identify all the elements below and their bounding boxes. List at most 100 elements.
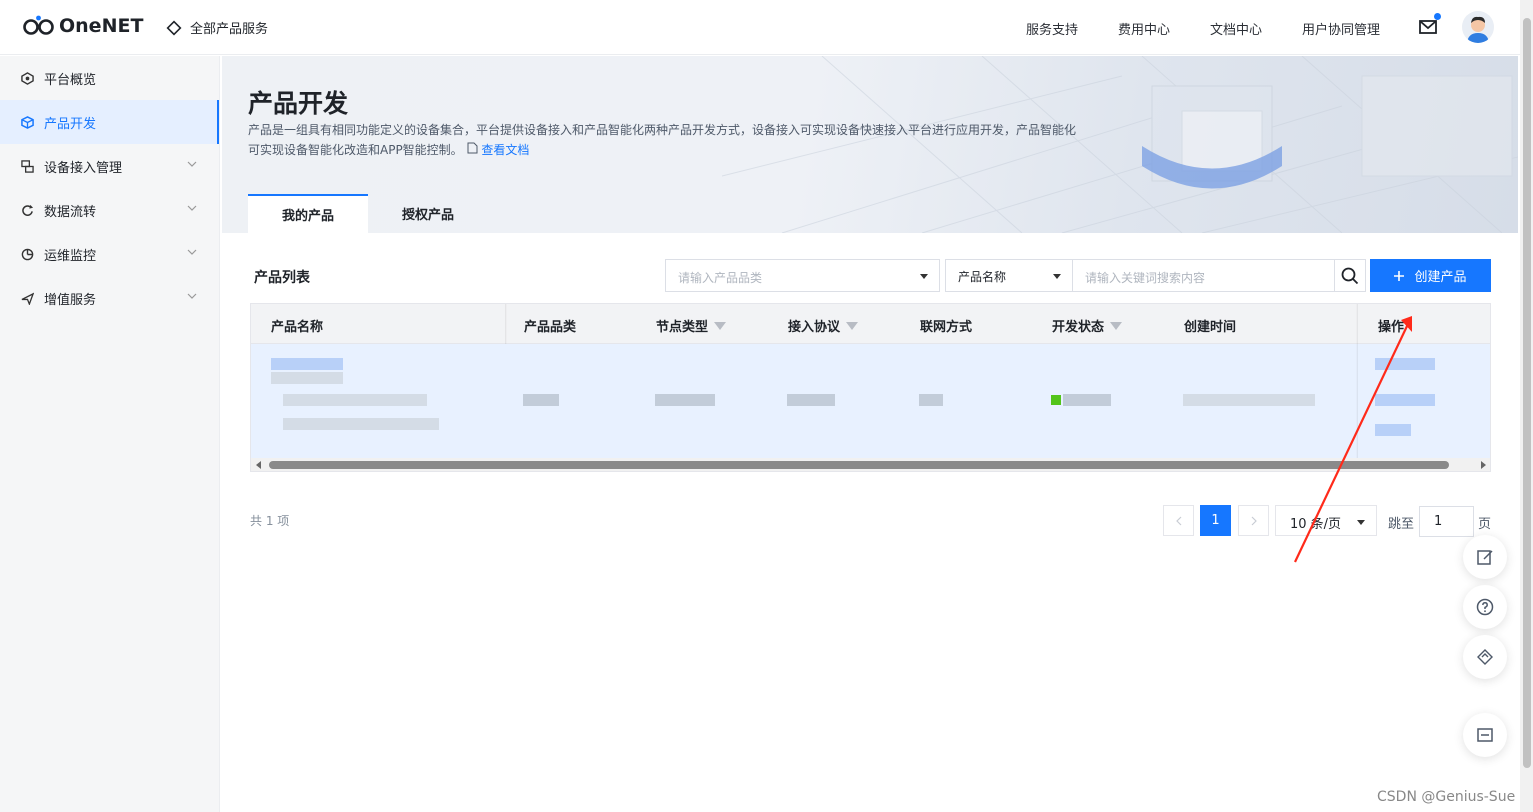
logo-text: OneNET: [59, 15, 144, 37]
nav-docs-center[interactable]: 文档中心: [1210, 19, 1262, 38]
sidebar-item-label: 增值服务: [44, 292, 97, 308]
column-label: 创建时间: [1184, 320, 1237, 335]
product-tabs: 我的产品 授权产品: [248, 194, 488, 233]
top-header: OneNET 全部产品服务 服务支持 费用中心 文档中心 用户协同管理: [0, 0, 1520, 55]
redacted-category: [523, 394, 559, 406]
diamond-icon: [166, 20, 182, 35]
arrow-up-icon: [1477, 649, 1493, 665]
onenet-logo[interactable]: OneNET: [22, 15, 143, 37]
sidebar-item-product-dev[interactable]: 产品开发: [0, 100, 219, 144]
page-unit-label: 页: [1478, 517, 1492, 532]
redacted-product-id: [283, 394, 427, 406]
column-label: 产品名称: [271, 320, 324, 335]
edit-icon: [1477, 550, 1493, 565]
scrollbar-thumb[interactable]: [269, 461, 1449, 469]
search-button[interactable]: [1334, 259, 1366, 292]
redacted-protocol: [787, 394, 835, 406]
monitor-icon: [20, 247, 34, 261]
column-label: 接入协议: [788, 320, 841, 335]
next-page-button[interactable]: [1238, 505, 1269, 536]
sidebar-item-ops-monitor[interactable]: 运维监控: [0, 232, 219, 276]
keyword-placeholder: 请输入关键词搜索内容: [1085, 271, 1206, 285]
keyword-search-input[interactable]: 请输入关键词搜索内容: [1072, 259, 1335, 292]
sidebar-item-label: 产品开发: [44, 116, 97, 132]
page-number-button[interactable]: 1: [1200, 505, 1231, 536]
total-count: 共 1 项: [250, 514, 290, 528]
tab-my-products[interactable]: 我的产品: [248, 194, 368, 233]
help-button[interactable]: [1463, 585, 1507, 629]
watermark: CSDN @Genius-Sue: [1377, 789, 1516, 805]
sidebar-item-label: 数据流转: [44, 204, 97, 220]
collapse-panel-button[interactable]: [1463, 713, 1507, 757]
filter-icon[interactable]: [714, 321, 727, 330]
minimize-icon: [1477, 728, 1493, 742]
col-create-time: 创建时间: [1184, 316, 1236, 335]
top-nav: 服务支持 费用中心 文档中心 用户协同管理: [1026, 19, 1380, 38]
value-service-icon: [20, 291, 34, 305]
back-to-top-button[interactable]: [1463, 635, 1507, 679]
page-vertical-scrollbar[interactable]: [1520, 0, 1533, 812]
filter-icon[interactable]: [1110, 321, 1123, 330]
column-label: 联网方式: [920, 320, 973, 335]
tab-authorized-products[interactable]: 授权产品: [368, 194, 488, 233]
notification-dot: [1434, 13, 1441, 20]
avatar[interactable]: [1462, 11, 1494, 43]
chevron-down-icon: [187, 249, 197, 255]
caret-down-icon: [1053, 274, 1061, 279]
redacted-product-name: [271, 372, 343, 384]
redacted-node-type: [655, 394, 715, 406]
col-node-type: 节点类型: [656, 316, 727, 335]
nav-user-collab[interactable]: 用户协同管理: [1302, 19, 1380, 38]
product-list-title: 产品列表: [254, 270, 310, 286]
redacted-network: [919, 394, 943, 406]
sidebar: 平台概览 产品开发 设备接入管理 数据流转 运维监控 增值服务: [0, 56, 220, 812]
chevron-down-icon: [187, 205, 197, 211]
nav-service-support[interactable]: 服务支持: [1026, 19, 1078, 38]
page-title: 产品开发: [248, 89, 349, 118]
nav-billing-center[interactable]: 费用中心: [1118, 19, 1170, 38]
mail-icon[interactable]: [1418, 13, 1441, 37]
scroll-left-icon[interactable]: [256, 461, 261, 469]
redacted-dev-status: [1063, 394, 1111, 406]
sidebar-item-value-service[interactable]: 增值服务: [0, 276, 219, 320]
sidebar-item-label: 运维监控: [44, 248, 97, 264]
column-label: 节点类型: [656, 320, 709, 335]
view-docs-label: 查看文档: [481, 143, 530, 157]
chevron-down-icon: [187, 293, 197, 299]
filter-icon[interactable]: [846, 321, 859, 330]
sidebar-item-data-flow[interactable]: 数据流转: [0, 188, 219, 232]
col-category: 产品品类: [524, 316, 576, 335]
chevron-left-icon: [1175, 516, 1181, 525]
caret-down-icon: [920, 274, 928, 279]
chevron-right-icon: [1251, 516, 1257, 525]
view-docs-link[interactable]: 查看文档: [467, 142, 530, 157]
col-product-name: 产品名称: [271, 316, 323, 335]
create-product-label: 创建产品: [1414, 270, 1467, 285]
search-icon: [1341, 267, 1359, 284]
document-icon: [467, 142, 478, 154]
redacted-product-name: [271, 358, 343, 370]
sidebar-item-overview[interactable]: 平台概览: [0, 56, 219, 100]
scroll-right-icon[interactable]: [1481, 461, 1486, 469]
create-product-button[interactable]: 创建产品: [1370, 259, 1491, 292]
dataflow-icon: [20, 203, 34, 217]
page-description: 产品是一组具有相同功能定义的设备集合，平台提供设备接入和产品智能化两种产品开发方…: [248, 120, 1078, 160]
all-services-label: 全部产品服务: [190, 22, 269, 37]
page-banner: 产品开发 产品是一组具有相同功能定义的设备集合，平台提供设备接入和产品智能化两种…: [222, 56, 1518, 233]
scrollbar-thumb[interactable]: [1523, 18, 1531, 768]
feedback-button[interactable]: [1463, 535, 1507, 579]
chevron-down-icon: [187, 161, 197, 167]
sidebar-item-device-access[interactable]: 设备接入管理: [0, 144, 219, 188]
search-field-value: 产品名称: [958, 270, 1007, 284]
column-label: 开发状态: [1052, 320, 1105, 335]
sidebar-item-label: 设备接入管理: [44, 160, 123, 176]
annotation-arrow: [1294, 316, 1412, 563]
status-indicator: [1051, 395, 1061, 405]
overview-icon: [20, 71, 34, 85]
prev-page-button[interactable]: [1163, 505, 1194, 536]
category-select[interactable]: 请输入产品品类: [665, 259, 940, 292]
description-text: 产品是一组具有相同功能定义的设备集合，平台提供设备接入和产品智能化两种产品开发方…: [248, 123, 1077, 157]
plus-icon: [1394, 270, 1405, 281]
search-field-select[interactable]: 产品名称: [945, 259, 1073, 292]
all-services-menu[interactable]: 全部产品服务: [166, 18, 268, 37]
